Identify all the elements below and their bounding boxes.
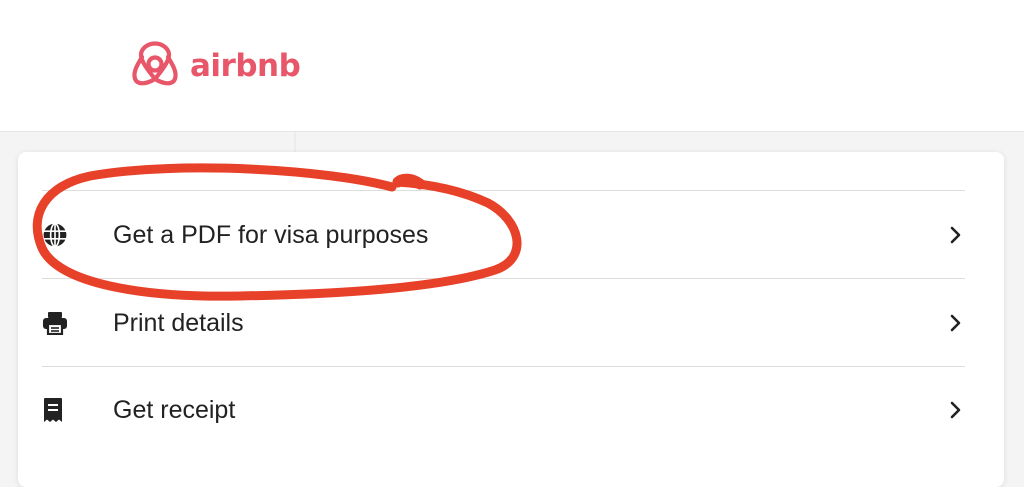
printer-icon <box>42 309 70 337</box>
receipt-icon <box>42 396 70 424</box>
menu-item-label: Get receipt <box>113 395 236 424</box>
airbnb-logo[interactable]: airbnb <box>130 38 301 94</box>
menu-item-visa-pdf[interactable]: Get a PDF for visa purposes <box>42 192 965 278</box>
chevron-right-icon <box>945 225 965 245</box>
menu-item-label: Get a PDF for visa purposes <box>113 220 429 249</box>
menu-item-get-receipt[interactable]: Get receipt <box>42 367 965 453</box>
divider <box>42 190 965 191</box>
airbnb-belo-icon <box>132 41 178 86</box>
logo-wordmark: airbnb <box>190 48 301 84</box>
menu-item-print-details[interactable]: Print details <box>42 280 965 366</box>
chevron-right-icon <box>945 400 965 420</box>
app-header: airbnb <box>0 0 1024 132</box>
menu-item-label: Print details <box>113 308 244 337</box>
chevron-right-icon <box>945 313 965 333</box>
divider <box>42 278 965 279</box>
globe-icon <box>42 221 70 249</box>
